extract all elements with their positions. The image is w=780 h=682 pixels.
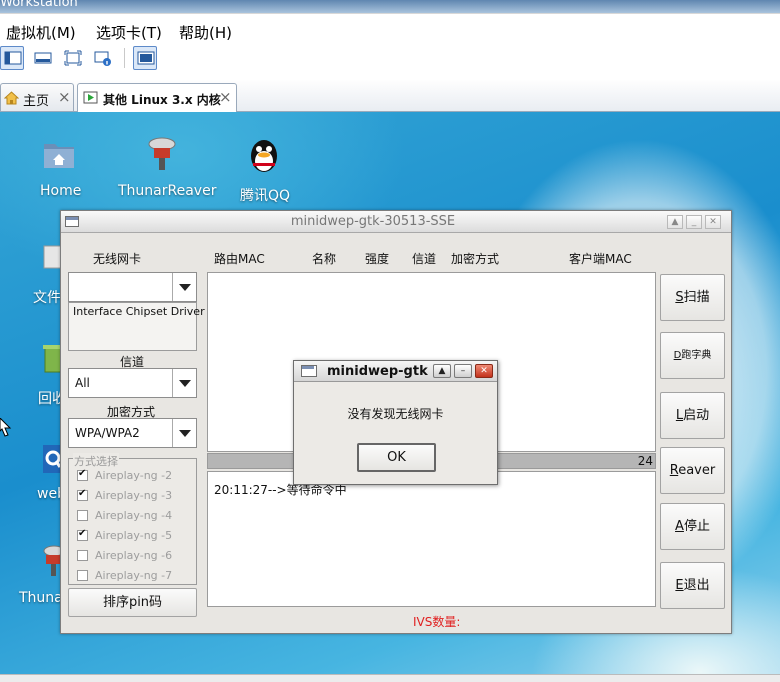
main-minimize-button[interactable]: _ (686, 215, 702, 229)
stop-button-label: 停止 (683, 519, 710, 534)
host-toolbar (0, 44, 780, 74)
menu-tabs[interactable]: 选项卡(T) (96, 22, 162, 43)
encryption-select[interactable]: WPA/WPA2 (68, 418, 197, 448)
host-menu-bar: 虚拟机(M) 选项卡(T) 帮助(H) (0, 13, 780, 47)
host-window-title: e Workstation (0, 0, 78, 10)
scan-button-label: 扫描 (683, 290, 710, 305)
dialog-title-bar[interactable]: minidwep-gtk ▲ – ✕ (294, 361, 497, 382)
column-strength[interactable]: 强度 (365, 250, 389, 267)
unity-icon[interactable] (133, 46, 157, 70)
chevron-down-icon[interactable] (172, 273, 196, 301)
console-view-icon[interactable] (30, 46, 54, 70)
chipset-info-box: Interface Chipset Driver (68, 302, 205, 351)
reaver-button-label: eaver (678, 463, 716, 478)
wlan-label: 无线网卡 (93, 252, 142, 266)
tab-linux-vm-label: 其他 Linux 3.x 内核 (103, 93, 221, 107)
window-icon (301, 365, 317, 377)
host-tab-bar: 主页 × 其他 Linux 3.x 内核 × (0, 80, 780, 112)
reaver-button-key: R (669, 463, 679, 478)
desktop-icon-label: ThunarReaver (118, 183, 217, 199)
tab-home-close-icon[interactable]: × (58, 88, 71, 106)
channel-select[interactable]: All (68, 368, 197, 398)
dialog-close-button[interactable]: ✕ (475, 364, 493, 378)
mode-option-label: Aireplay-ng -2 (95, 469, 173, 482)
no-wireless-card-dialog: minidwep-gtk ▲ – ✕ 没有发现无线网卡 OK (293, 360, 498, 485)
mode-group-label: 方式选择 (73, 453, 119, 469)
checkbox[interactable] (77, 528, 88, 541)
vm-running-icon (83, 91, 98, 104)
home-icon (4, 91, 19, 105)
dialog-maximize-button[interactable]: ▲ (433, 364, 451, 378)
wlan-select[interactable] (68, 272, 197, 302)
mode-option-label: Aireplay-ng -5 (95, 529, 173, 542)
dictionary-button[interactable]: D跑字典 (660, 332, 725, 379)
mode-group: 方式选择 Aireplay-ng -2 Aireplay-ng -3 Airep… (68, 453, 197, 585)
main-maximize-button[interactable]: ▲ (667, 215, 683, 229)
fullscreen-icon[interactable] (60, 46, 84, 70)
column-encryption[interactable]: 加密方式 (451, 250, 499, 267)
menu-help[interactable]: 帮助(H) (179, 22, 232, 43)
start-button[interactable]: L启动 (660, 392, 725, 439)
guest-taskbar (0, 674, 780, 682)
exit-button[interactable]: E退出 (660, 562, 725, 609)
reaver-button[interactable]: Reaver (660, 447, 725, 494)
checkbox[interactable] (77, 468, 88, 481)
dialog-minimize-button[interactable]: – (454, 364, 472, 378)
mode-option-label: Aireplay-ng -4 (95, 509, 173, 522)
main-window-title: minidwep-gtk-30513-SSE (290, 214, 456, 229)
mode-option-label: Aireplay-ng -3 (95, 489, 173, 502)
chipset-info-text: Interface Chipset Driver (73, 305, 205, 318)
stop-button[interactable]: A停止 (660, 503, 725, 550)
tab-home-label: 主页 (23, 94, 50, 109)
main-window-title-bar[interactable]: minidwep-gtk-30513-SSE ▲ _ ✕ (61, 211, 731, 233)
vm-info-icon[interactable] (90, 46, 114, 70)
tab-linux-vm-close-icon[interactable]: × (219, 88, 232, 106)
progress-value: 24 (637, 454, 653, 468)
dialog-title: minidwep-gtk (327, 364, 428, 379)
tab-linux-vm[interactable]: 其他 Linux 3.x 内核 × (77, 83, 237, 112)
column-router-mac[interactable]: 路由MAC (214, 250, 265, 267)
log-output[interactable]: 20:11:27-->等待命令中 (207, 471, 656, 607)
desktop-icon-label: Home (40, 183, 82, 199)
ivs-count-label: IVS数量: (413, 615, 461, 629)
chevron-down-icon[interactable] (172, 419, 196, 447)
desktop-icon-label: Thuna (19, 590, 63, 606)
toolbar-separator (124, 48, 125, 68)
checkbox[interactable] (77, 550, 88, 561)
chevron-down-icon[interactable] (172, 369, 196, 397)
dictionary-button-label: 跑字典 (681, 350, 712, 361)
scan-button[interactable]: S扫描 (660, 274, 725, 321)
reaver-icon (148, 137, 176, 170)
mouse-cursor-icon (0, 418, 12, 437)
mode-option-label: Aireplay-ng -6 (95, 549, 173, 562)
vm-view-icon[interactable] (0, 46, 24, 70)
checkbox[interactable] (77, 488, 88, 501)
start-button-label: 启动 (683, 408, 710, 423)
menu-vm[interactable]: 虚拟机(M) (6, 22, 76, 43)
channel-select-value: All (75, 376, 90, 390)
column-channel[interactable]: 信道 (412, 250, 436, 267)
exit-button-key: E (675, 578, 684, 593)
scan-button-key: S (675, 290, 684, 305)
qq-icon (251, 140, 277, 172)
host-title-bar: e Workstation (0, 0, 780, 13)
home-folder-icon (44, 144, 74, 168)
sort-pin-button[interactable]: 排序pin码 (68, 588, 197, 617)
mode-option-label: Aireplay-ng -7 (95, 569, 173, 582)
exit-button-label: 退出 (683, 578, 710, 593)
checkbox[interactable] (77, 570, 88, 581)
main-close-button[interactable]: ✕ (705, 215, 721, 229)
checkbox[interactable] (77, 510, 88, 521)
column-client-mac[interactable]: 客户端MAC (569, 250, 632, 267)
tab-home[interactable]: 主页 × (0, 83, 74, 111)
dialog-message: 没有发现无线网卡 (347, 407, 444, 421)
desktop-icon-label: 腾讯QQ (240, 188, 291, 204)
desktop-icon-label: 文件 (33, 290, 61, 306)
column-name[interactable]: 名称 (312, 250, 336, 267)
encryption-select-value: WPA/WPA2 (75, 426, 140, 440)
stop-button-key: A (675, 519, 684, 534)
dialog-ok-button[interactable]: OK (357, 443, 436, 472)
